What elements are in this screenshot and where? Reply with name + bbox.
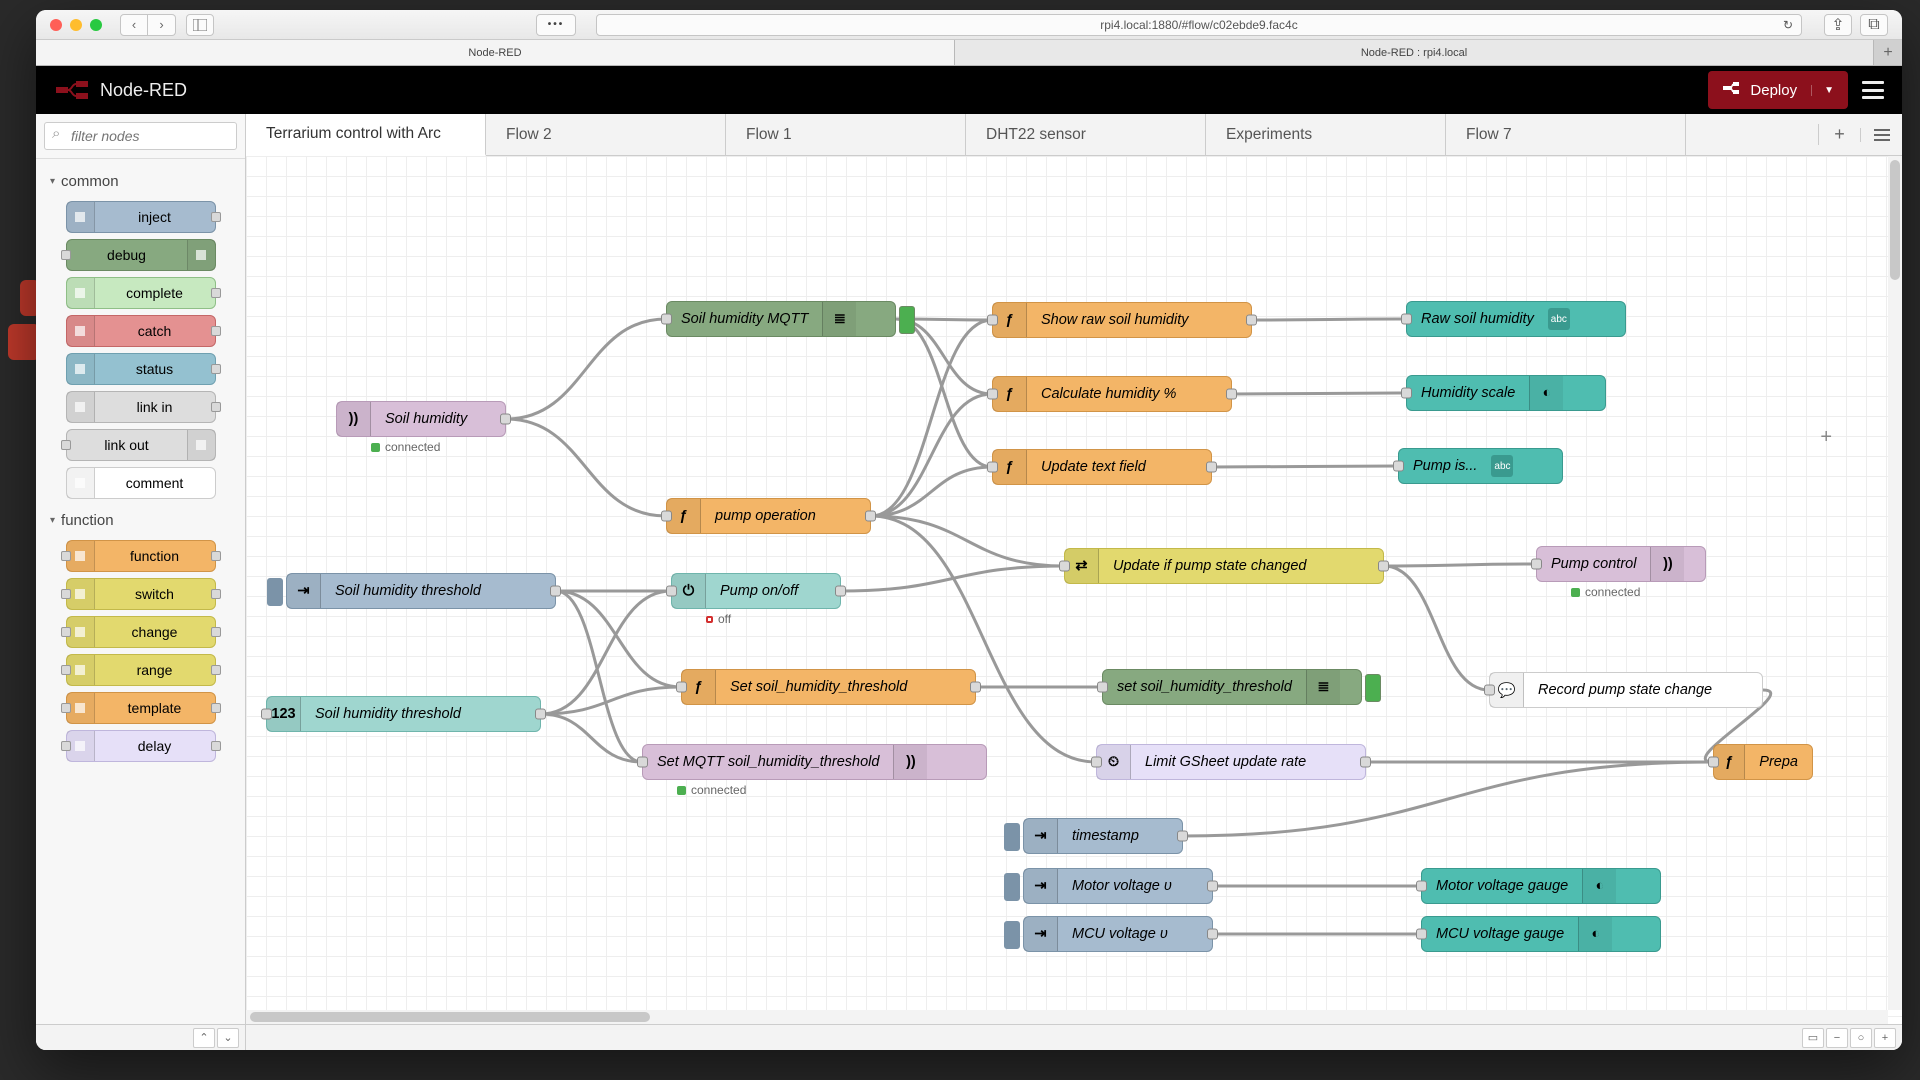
- deploy-icon: [1722, 81, 1740, 99]
- zoom-in-button[interactable]: +: [1874, 1028, 1896, 1048]
- node-motor_gauge[interactable]: Motor voltage gauge◐: [1421, 868, 1661, 904]
- canvas-vscroll[interactable]: [1888, 156, 1902, 1010]
- palette-node-complete[interactable]: complete: [66, 277, 216, 309]
- flow-tab-0[interactable]: Terrarium control with Arc: [246, 114, 486, 156]
- palette-node-catch[interactable]: catch: [66, 315, 216, 347]
- node-set_mqtt_thresh[interactable]: Set MQTT soil_humidity_threshold))connec…: [642, 744, 987, 780]
- new-tab-button[interactable]: +: [1874, 40, 1902, 65]
- node-update_text[interactable]: ƒUpdate text field: [992, 449, 1212, 485]
- palette-sidebar: commoninject debug complete catch status link…: [36, 114, 246, 1050]
- node-calc_hum[interactable]: ƒCalculate humidity %: [992, 376, 1232, 412]
- node-pump_control[interactable]: Pump control))connected: [1536, 546, 1706, 582]
- flow-tab-4[interactable]: Experiments: [1206, 114, 1446, 155]
- reload-icon[interactable]: ↻: [1783, 18, 1793, 32]
- palette-list[interactable]: commoninject debug complete catch status link…: [36, 159, 245, 1024]
- node-pump_op[interactable]: ƒpump operation: [666, 498, 871, 534]
- flow-tab-2[interactable]: Flow 1: [726, 114, 966, 155]
- url-bar[interactable]: rpi4.local:1880/#flow/c02ebde9.fac4c ↻: [596, 14, 1802, 36]
- browser-tab-1[interactable]: Node-RED: [36, 40, 955, 65]
- node-raw_hum[interactable]: Raw soil humidityabc: [1406, 301, 1626, 337]
- zoom-reset-button[interactable]: ○: [1850, 1028, 1872, 1048]
- node-record_pump[interactable]: 💬Record pump state change: [1489, 672, 1763, 708]
- browser-window: ‹ › ••• rpi4.local:1880/#flow/c02ebde9.f…: [36, 10, 1902, 1050]
- app-body: commoninject debug complete catch status link…: [36, 114, 1902, 1050]
- deploy-caret-icon[interactable]: ▼: [1811, 85, 1834, 96]
- palette-category-common[interactable]: common: [36, 163, 245, 198]
- node-sh_thresh_inject[interactable]: ⇥Soil humidity threshold: [286, 573, 556, 609]
- zoom-out-button[interactable]: −: [1826, 1028, 1848, 1048]
- cursor-add-icon: +: [1820, 426, 1832, 449]
- view-navigator-button[interactable]: ▭: [1802, 1028, 1824, 1048]
- palette-node-link-out[interactable]: link out: [66, 429, 216, 461]
- node-pump_onoff[interactable]: ⏻Pump on/offoff: [671, 573, 841, 609]
- palette-node-debug[interactable]: debug: [66, 239, 216, 271]
- url-text: rpi4.local:1880/#flow/c02ebde9.fac4c: [1100, 18, 1297, 32]
- node-update_pump_state[interactable]: ⇄Update if pump state changed: [1064, 548, 1384, 584]
- forward-button[interactable]: ›: [148, 14, 176, 36]
- node-soil_mqtt[interactable]: Soil humidity MQTT≣: [666, 301, 896, 337]
- palette-node-change[interactable]: change: [66, 616, 216, 648]
- node-sh_thresh_num[interactable]: 123Soil humidity threshold: [266, 696, 541, 732]
- share-button[interactable]: ⇪: [1824, 14, 1852, 36]
- palette-collapse-button[interactable]: ⌃: [193, 1028, 215, 1048]
- flow-tab-3[interactable]: DHT22 sensor: [966, 114, 1206, 155]
- flow-list-button[interactable]: [1860, 128, 1902, 142]
- palette-node-status[interactable]: status: [66, 353, 216, 385]
- back-button[interactable]: ‹: [120, 14, 148, 36]
- node-pump_is[interactable]: Pump is...abc: [1398, 448, 1563, 484]
- palette-category-function[interactable]: function: [36, 502, 245, 537]
- palette-node-function[interactable]: function: [66, 540, 216, 572]
- canvas-area[interactable]: ))Soil humidityconnected Soil humidity MQ…: [246, 156, 1902, 1024]
- palette-node-template[interactable]: template: [66, 692, 216, 724]
- palette-node-range[interactable]: range: [66, 654, 216, 686]
- close-window[interactable]: [50, 19, 62, 31]
- node-motor_v[interactable]: ⇥Motor voltage ʋ: [1023, 868, 1213, 904]
- browser-titlebar: ‹ › ••• rpi4.local:1880/#flow/c02ebde9.f…: [36, 10, 1902, 40]
- browser-tab-2[interactable]: Node-RED : rpi4.local: [955, 40, 1874, 65]
- main-menu-button[interactable]: [1862, 81, 1884, 99]
- maximize-window[interactable]: [90, 19, 102, 31]
- palette-node-delay[interactable]: delay: [66, 730, 216, 762]
- add-flow-button[interactable]: +: [1818, 124, 1860, 145]
- canvas-hscroll[interactable]: [246, 1010, 1888, 1024]
- palette-node-inject[interactable]: inject: [66, 201, 216, 233]
- workspace: Terrarium control with ArcFlow 2Flow 1DH…: [246, 114, 1902, 1050]
- node-prepa[interactable]: ƒPrepa: [1713, 744, 1813, 780]
- app-title: Node-RED: [100, 80, 187, 101]
- node-hum_scale[interactable]: Humidity scale◐: [1406, 375, 1606, 411]
- node-soil_humidity[interactable]: ))Soil humidityconnected: [336, 401, 506, 437]
- browser-tabs: Node-RED Node-RED : rpi4.local +: [36, 40, 1902, 66]
- sidebar-toggle[interactable]: [186, 14, 214, 36]
- palette-expand-button[interactable]: ⌄: [217, 1028, 239, 1048]
- filter-nodes-input[interactable]: [44, 122, 237, 150]
- palette-node-comment[interactable]: comment: [66, 467, 216, 499]
- traffic-lights: [50, 19, 102, 31]
- deploy-label: Deploy: [1750, 82, 1797, 99]
- app-header: Node-RED Deploy ▼: [36, 66, 1902, 114]
- extensions-button[interactable]: •••: [536, 14, 576, 36]
- flow-tabs: Terrarium control with ArcFlow 2Flow 1DH…: [246, 114, 1902, 156]
- node-mcu_gauge[interactable]: MCU voltage gauge◐: [1421, 916, 1661, 952]
- flow-canvas[interactable]: ))Soil humidityconnected Soil humidity MQ…: [246, 156, 1902, 1024]
- palette-node-switch[interactable]: switch: [66, 578, 216, 610]
- node-show_raw[interactable]: ƒShow raw soil humidity: [992, 302, 1252, 338]
- deploy-button[interactable]: Deploy ▼: [1708, 71, 1848, 109]
- palette-node-link-in[interactable]: link in: [66, 391, 216, 423]
- node-red-logo-icon: [54, 79, 90, 101]
- node-set_sh_debug[interactable]: set soil_humidity_threshold≣: [1102, 669, 1362, 705]
- node-timestamp[interactable]: ⇥timestamp: [1023, 818, 1183, 854]
- flow-tab-5[interactable]: Flow 7: [1446, 114, 1686, 155]
- workspace-footer: ▭ − ○ +: [246, 1024, 1902, 1050]
- node-set_sh_thresh[interactable]: ƒSet soil_humidity_threshold: [681, 669, 976, 705]
- app-logo: Node-RED: [54, 79, 187, 101]
- flow-tab-1[interactable]: Flow 2: [486, 114, 726, 155]
- node-limit_gsheet[interactable]: ⏲Limit GSheet update rate: [1096, 744, 1366, 780]
- tabs-button[interactable]: ⧉: [1860, 14, 1888, 36]
- minimize-window[interactable]: [70, 19, 82, 31]
- node-mcu_v[interactable]: ⇥MCU voltage ʋ: [1023, 916, 1213, 952]
